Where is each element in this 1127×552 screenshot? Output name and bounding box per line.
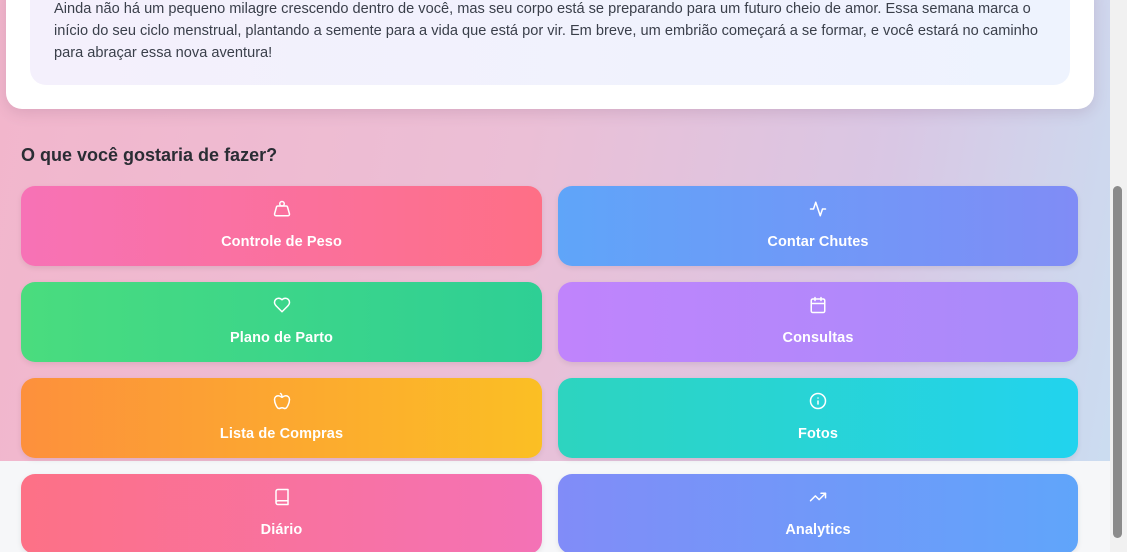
action-label: Controle de Peso bbox=[221, 234, 342, 250]
action-label: Fotos bbox=[798, 426, 838, 442]
week-info-card: Ainda não há um pequeno milagre crescend… bbox=[6, 0, 1094, 109]
action-birth-plan-button[interactable]: Plano de Parto bbox=[21, 282, 542, 362]
scrollbar-thumb[interactable] bbox=[1113, 186, 1122, 538]
heart-icon bbox=[273, 296, 291, 314]
action-label: Diário bbox=[260, 522, 303, 538]
trending-up-icon bbox=[809, 488, 827, 506]
actions-grid: Controle de Peso Contar Chutes Plano de … bbox=[21, 186, 1078, 552]
activity-icon bbox=[809, 200, 827, 218]
book-icon bbox=[273, 488, 291, 506]
action-label: Consultas bbox=[782, 330, 854, 346]
week-description: Ainda não há um pequeno milagre crescend… bbox=[54, 1, 1038, 61]
weight-icon bbox=[273, 200, 291, 218]
action-photos-button[interactable]: Fotos bbox=[558, 378, 1078, 458]
info-icon bbox=[809, 392, 827, 410]
actions-section-title: O que você gostaria de fazer? bbox=[21, 145, 278, 165]
action-analytics-button[interactable]: Analytics bbox=[558, 474, 1078, 552]
action-label: Analytics bbox=[785, 522, 851, 538]
action-label: Plano de Parto bbox=[230, 330, 333, 346]
action-appointments-button[interactable]: Consultas bbox=[558, 282, 1078, 362]
action-kick-count-button[interactable]: Contar Chutes bbox=[558, 186, 1078, 266]
calendar-icon bbox=[809, 296, 827, 314]
action-weight-control-button[interactable]: Controle de Peso bbox=[21, 186, 542, 266]
week-info-panel: Ainda não há um pequeno milagre crescend… bbox=[30, 0, 1070, 85]
vertical-scrollbar[interactable] bbox=[1110, 0, 1127, 552]
action-label: Contar Chutes bbox=[767, 234, 869, 250]
action-shopping-list-button[interactable]: Lista de Compras bbox=[21, 378, 542, 458]
action-label: Lista de Compras bbox=[219, 426, 344, 442]
apple-icon bbox=[273, 392, 291, 410]
action-diary-button[interactable]: Diário bbox=[21, 474, 542, 552]
